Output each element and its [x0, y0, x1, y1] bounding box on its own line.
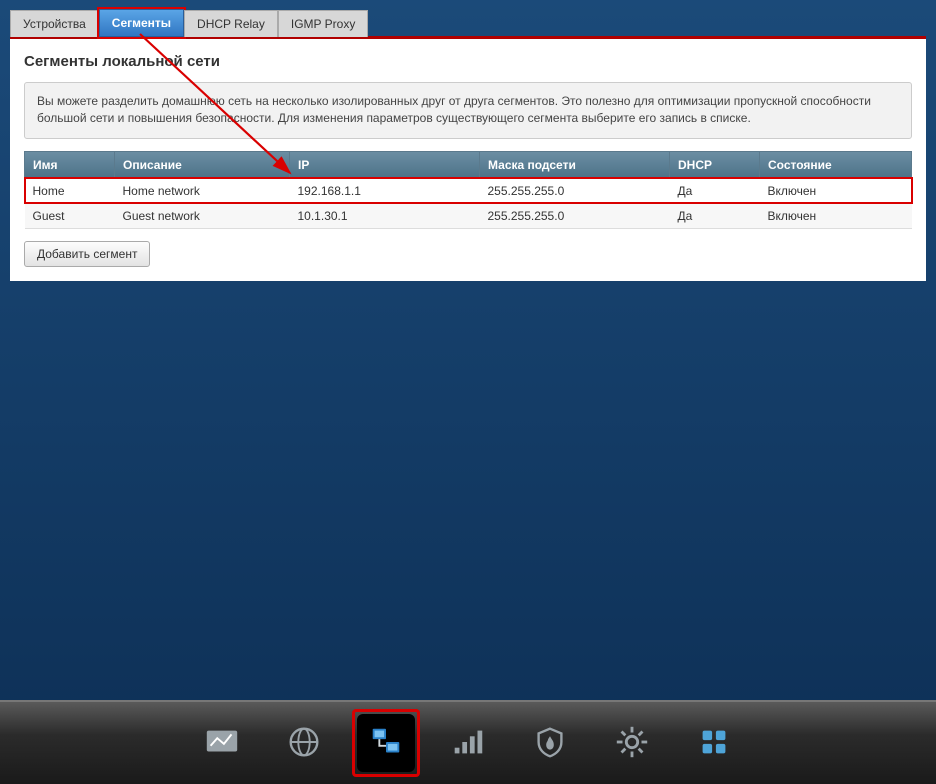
cell-dhcp: Да [670, 203, 760, 228]
segments-panel: Сегменты локальной сети Вы можете раздел… [10, 36, 926, 281]
cell-ip: 192.168.1.1 [290, 178, 480, 203]
dock [0, 700, 936, 784]
cell-ip: 10.1.30.1 [290, 203, 480, 228]
col-dhcp: DHCP [670, 151, 760, 178]
tab-dhcp-relay[interactable]: DHCP Relay [184, 10, 278, 37]
dock-internet[interactable] [275, 714, 333, 772]
col-state: Состояние [760, 151, 912, 178]
col-ip: IP [290, 151, 480, 178]
cell-name: Guest [25, 203, 115, 228]
tab-segments[interactable]: Сегменты [99, 9, 184, 37]
dock-wifi[interactable] [439, 714, 497, 772]
col-name: Имя [25, 151, 115, 178]
table-row[interactable]: Home Home network 192.168.1.1 255.255.25… [25, 178, 912, 203]
gear-icon [613, 723, 651, 764]
segments-table: Имя Описание IP Маска подсети DHCP Состо… [24, 151, 912, 229]
signal-icon [449, 723, 487, 764]
dashboard-icon [203, 723, 241, 764]
globe-icon [285, 723, 323, 764]
dock-network[interactable] [357, 714, 415, 772]
cell-mask: 255.255.255.0 [480, 203, 670, 228]
col-desc: Описание [115, 151, 290, 178]
cell-desc: Guest network [115, 203, 290, 228]
cell-dhcp: Да [670, 178, 760, 203]
tabbar: Устройства Сегменты DHCP Relay IGMP Prox… [0, 0, 936, 36]
table-header-row: Имя Описание IP Маска подсети DHCP Состо… [25, 151, 912, 178]
apps-icon [695, 723, 733, 764]
tab-devices[interactable]: Устройства [10, 10, 99, 37]
dock-settings[interactable] [603, 714, 661, 772]
col-mask: Маска подсети [480, 151, 670, 178]
dock-apps[interactable] [685, 714, 743, 772]
tab-segments-label: Сегменты [112, 16, 171, 30]
cell-name: Home [25, 178, 115, 203]
dock-dashboard[interactable] [193, 714, 251, 772]
dock-firewall[interactable] [521, 714, 579, 772]
add-segment-button[interactable]: Добавить сегмент [24, 241, 150, 267]
cell-mask: 255.255.255.0 [480, 178, 670, 203]
cell-state: Включен [760, 178, 912, 203]
cell-desc: Home network [115, 178, 290, 203]
cell-state: Включен [760, 203, 912, 228]
network-icon [367, 723, 405, 764]
table-row[interactable]: Guest Guest network 10.1.30.1 255.255.25… [25, 203, 912, 228]
page-title: Сегменты локальной сети [24, 53, 912, 70]
info-text: Вы можете разделить домашнюю сеть на нес… [24, 82, 912, 139]
firewall-icon [531, 723, 569, 764]
tab-igmp-proxy[interactable]: IGMP Proxy [278, 10, 368, 37]
